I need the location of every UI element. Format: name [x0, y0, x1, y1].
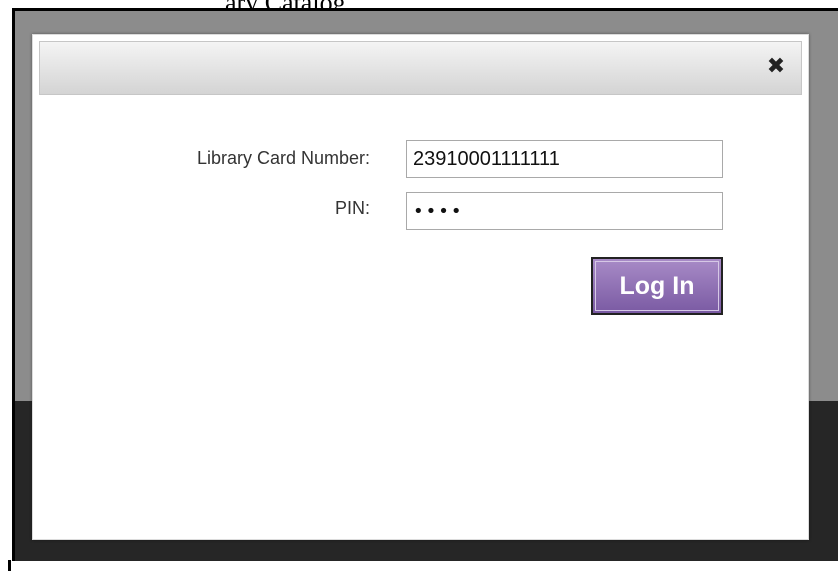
card-number-input[interactable] [406, 140, 723, 178]
pin-label: PIN: [334, 198, 370, 218]
page-edge-line [8, 560, 11, 571]
login-button[interactable]: Log In [591, 257, 723, 315]
dialog-header: ✖ [39, 41, 802, 95]
login-button-label: Log In [595, 261, 719, 311]
pin-input[interactable] [406, 192, 723, 230]
login-dialog: ✖ Library Card Number: PIN: Log In [32, 34, 809, 540]
card-number-label: Library Card Number: [196, 148, 370, 168]
close-icon[interactable]: ✖ [765, 56, 787, 78]
